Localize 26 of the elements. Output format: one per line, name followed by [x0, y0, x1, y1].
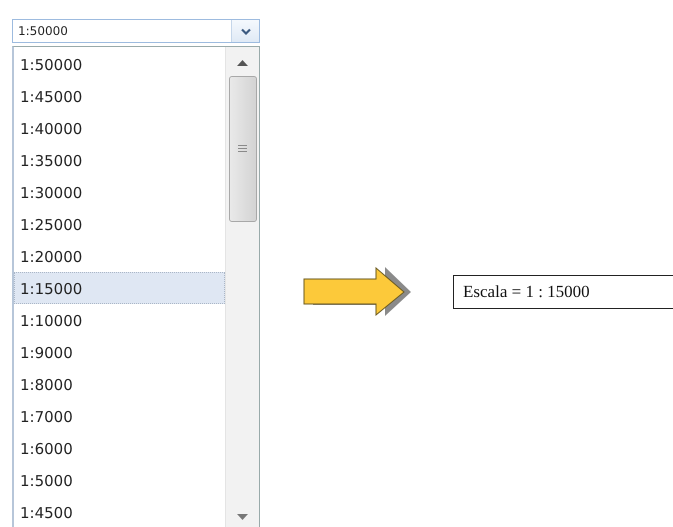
list-option[interactable]: 1:5000	[14, 464, 225, 496]
list-option[interactable]: 1:9000	[14, 336, 225, 368]
arrow-icon	[303, 267, 413, 317]
list-option[interactable]: 1:25000	[14, 208, 225, 240]
list-option[interactable]: 1:4500	[14, 496, 225, 527]
list-option[interactable]: 1:8000	[14, 368, 225, 400]
scroll-down-icon[interactable]	[237, 514, 248, 520]
list-option[interactable]: 1:10000	[14, 304, 225, 336]
list-option[interactable]: 1:40000	[14, 112, 225, 144]
scale-input[interactable]: 1:50000	[13, 20, 231, 42]
list-option[interactable]: 1:30000	[14, 176, 225, 208]
list-option[interactable]: 1:20000	[14, 240, 225, 272]
combo-field[interactable]: 1:50000	[12, 19, 260, 43]
scale-label: Escala = 1 : 15000	[453, 275, 673, 309]
list-option[interactable]: 1:15000	[14, 272, 225, 304]
dropdown-button[interactable]	[231, 20, 259, 42]
list-option[interactable]: 1:35000	[14, 144, 225, 176]
chevron-icon	[240, 28, 250, 34]
scroll-thumb[interactable]	[228, 76, 256, 222]
list-option[interactable]: 1:6000	[14, 432, 225, 464]
list-option[interactable]: 1:50000	[14, 48, 225, 80]
scroll-up-icon[interactable]	[237, 60, 248, 66]
list-option[interactable]: 1:45000	[14, 80, 225, 112]
list-option[interactable]: 1:7000	[14, 400, 225, 432]
grip-icon	[238, 145, 247, 153]
scrollbar[interactable]	[225, 47, 259, 527]
